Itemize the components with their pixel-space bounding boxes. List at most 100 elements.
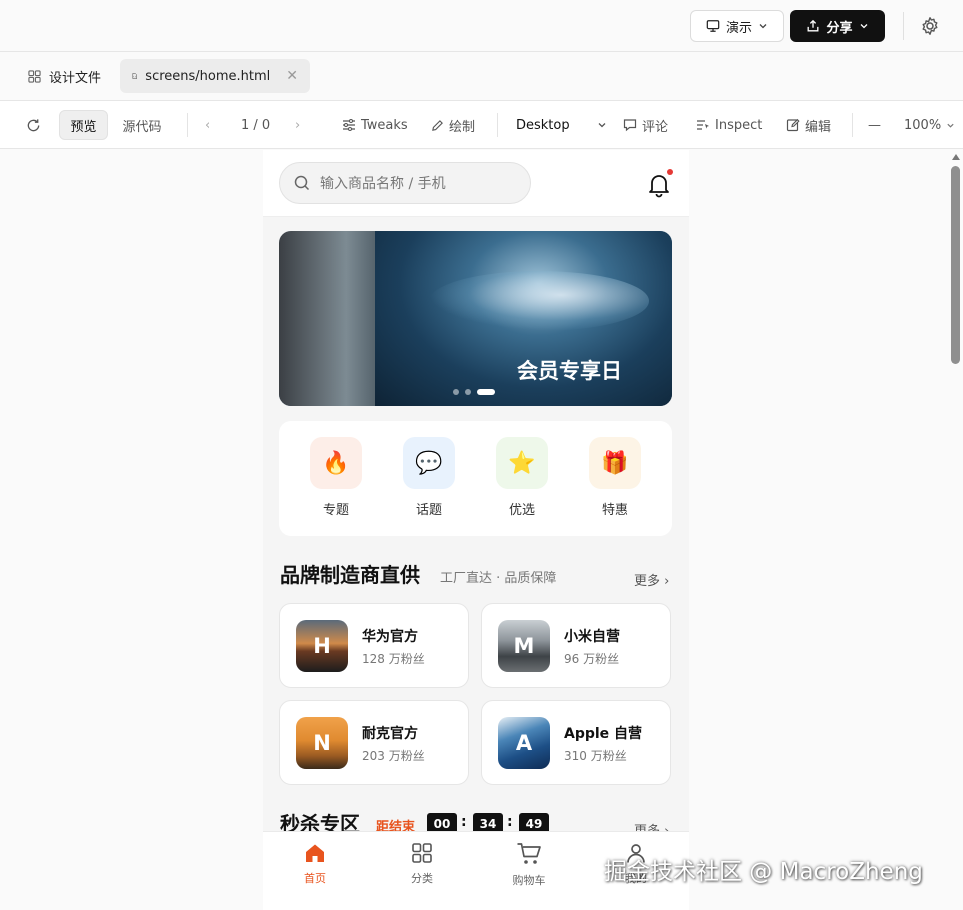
reload-button[interactable] — [26, 101, 41, 149]
nav-cart[interactable]: 购物车 — [499, 842, 559, 888]
brand-card-apple[interactable]: A Apple 自营 310 万粉丝 — [481, 700, 671, 785]
speech-bubble-icon: 💬 — [403, 437, 455, 489]
brand-name: 华为官方 — [362, 629, 418, 645]
tab-label: 设计文件 — [49, 70, 102, 86]
banner-dot-active[interactable] — [477, 389, 495, 395]
search-input[interactable]: 输入商品名称 / 手机 — [279, 162, 531, 204]
divider — [903, 12, 904, 40]
search-placeholder: 输入商品名称 / 手机 — [320, 176, 446, 192]
quick-links: 🔥 专题 💬 话题 ⭐ 优选 🎁 特惠 — [279, 421, 672, 536]
minus-icon: — — [868, 117, 881, 133]
quick-link-topic[interactable]: 🔥 专题 — [306, 437, 366, 518]
countdown-colon: : — [461, 814, 467, 830]
chevron-right-icon: › — [295, 117, 301, 133]
comment-button[interactable]: 评论 — [623, 101, 668, 149]
banner-dot[interactable] — [453, 389, 459, 395]
brand-more-link[interactable]: 更多 › — [634, 570, 669, 589]
brand-card-huawei[interactable]: H 华为官方 128 万粉丝 — [279, 603, 469, 688]
settings-button[interactable] — [918, 14, 942, 38]
brand-logo: A — [498, 717, 550, 769]
close-icon[interactable]: ✕ — [286, 68, 298, 84]
chevron-left-icon: ‹ — [205, 117, 211, 133]
banner-image-left — [279, 231, 375, 406]
zoom-select[interactable]: 100% — [904, 101, 955, 149]
prev-page-button[interactable]: ‹ — [205, 101, 210, 149]
scroll-up-arrow-icon[interactable] — [952, 154, 960, 160]
search-header: 输入商品名称 / 手机 — [263, 150, 689, 217]
viewport-select[interactable]: Desktop — [516, 101, 607, 149]
brand-name: Apple 自营 — [564, 726, 643, 742]
scrollbar-thumb[interactable] — [951, 166, 960, 364]
monitor-icon — [706, 20, 720, 32]
banner-pagination — [453, 389, 495, 395]
divider — [852, 113, 853, 137]
edit-button[interactable]: 编辑 — [786, 101, 831, 149]
brand-fans: 96 万粉丝 — [564, 652, 620, 666]
present-label: 演示 — [725, 20, 752, 36]
brand-fans: 128 万粉丝 — [362, 652, 425, 666]
cart-icon — [517, 843, 541, 864]
nav-home[interactable]: 首页 — [285, 842, 345, 886]
divider — [497, 113, 498, 137]
tweaks-button[interactable]: Tweaks — [342, 101, 408, 149]
page-indicator: 1 / 0 — [241, 117, 271, 133]
divider — [187, 113, 188, 137]
draw-button[interactable]: 绘制 — [431, 101, 475, 149]
tab-design-files[interactable]: 设计文件 — [16, 59, 113, 93]
promo-banner[interactable]: 会员专享日 — [279, 231, 672, 406]
preview-toggle[interactable]: 预览 — [59, 110, 108, 140]
tab-home-html[interactable]: screens/home.html ✕ — [120, 59, 310, 93]
present-button[interactable]: 演示 — [690, 10, 784, 42]
banner-dot[interactable] — [465, 389, 471, 395]
grid-icon — [412, 843, 432, 863]
chevron-down-icon — [860, 24, 867, 29]
star-icon: ⭐ — [496, 437, 548, 489]
edit-label: 编辑 — [805, 119, 832, 135]
chevron-down-icon — [598, 123, 606, 128]
quick-link-discussion[interactable]: 💬 话题 — [399, 437, 459, 518]
flame-icon: 🔥 — [310, 437, 362, 489]
nav-label: 购物车 — [512, 874, 546, 887]
notification-dot — [667, 169, 673, 175]
share-button[interactable]: 分享 — [790, 10, 885, 42]
source-toggle[interactable]: 源代码 — [112, 110, 172, 140]
nav-category[interactable]: 分类 — [392, 842, 452, 886]
quick-link-deals[interactable]: 🎁 特惠 — [585, 437, 645, 518]
brand-section-subtitle: 工厂直达 · 品质保障 — [440, 571, 557, 586]
home-icon — [306, 844, 324, 862]
watermark: 掘金技术社区 @ MacroZheng — [604, 859, 923, 885]
upload-icon — [808, 19, 819, 32]
edit-icon — [786, 118, 800, 132]
zoom-value: 100% — [904, 117, 942, 133]
pencil-icon — [432, 119, 443, 131]
brand-logo: H — [296, 620, 348, 672]
brand-fans: 310 万粉丝 — [564, 749, 627, 763]
brand-logo: N — [296, 717, 348, 769]
countdown-colon: : — [507, 814, 513, 830]
quick-link-featured[interactable]: ⭐ 优选 — [492, 437, 552, 518]
quick-link-label: 专题 — [322, 503, 349, 518]
quick-link-label: 话题 — [415, 503, 442, 518]
grid-icon — [28, 69, 41, 83]
brand-name: 耐克官方 — [362, 726, 418, 742]
nav-label: 首页 — [304, 872, 326, 885]
zoom-out-button[interactable]: — — [868, 101, 881, 149]
next-page-button[interactable]: › — [295, 101, 300, 149]
phone-preview: 输入商品名称 / 手机 会员专享日 🔥 专题 💬 话题 ⭐ 优选 🎁 特惠 品牌… — [263, 150, 689, 910]
tab-label: screens/home.html — [145, 68, 271, 84]
banner-wave-crest — [429, 271, 649, 331]
chevron-down-icon — [759, 24, 767, 29]
inspect-button[interactable]: Inspect — [696, 101, 762, 149]
viewport-value: Desktop — [516, 117, 570, 133]
brand-card-nike[interactable]: N 耐克官方 203 万粉丝 — [279, 700, 469, 785]
inspect-icon — [697, 120, 709, 130]
gear-icon — [922, 17, 938, 35]
brand-card-xiaomi[interactable]: M 小米自营 96 万粉丝 — [481, 603, 671, 688]
brand-logo: M — [498, 620, 550, 672]
banner-title: 会员专享日 — [517, 358, 622, 383]
preview-toolbar: 预览 源代码 ‹ 1 / 0 › Tweaks 绘制 Desktop 评论 In… — [0, 101, 963, 149]
brand-fans: 203 万粉丝 — [362, 749, 425, 763]
refresh-icon — [27, 118, 40, 131]
nav-label: 分类 — [411, 872, 433, 885]
file-code-icon — [132, 73, 137, 79]
